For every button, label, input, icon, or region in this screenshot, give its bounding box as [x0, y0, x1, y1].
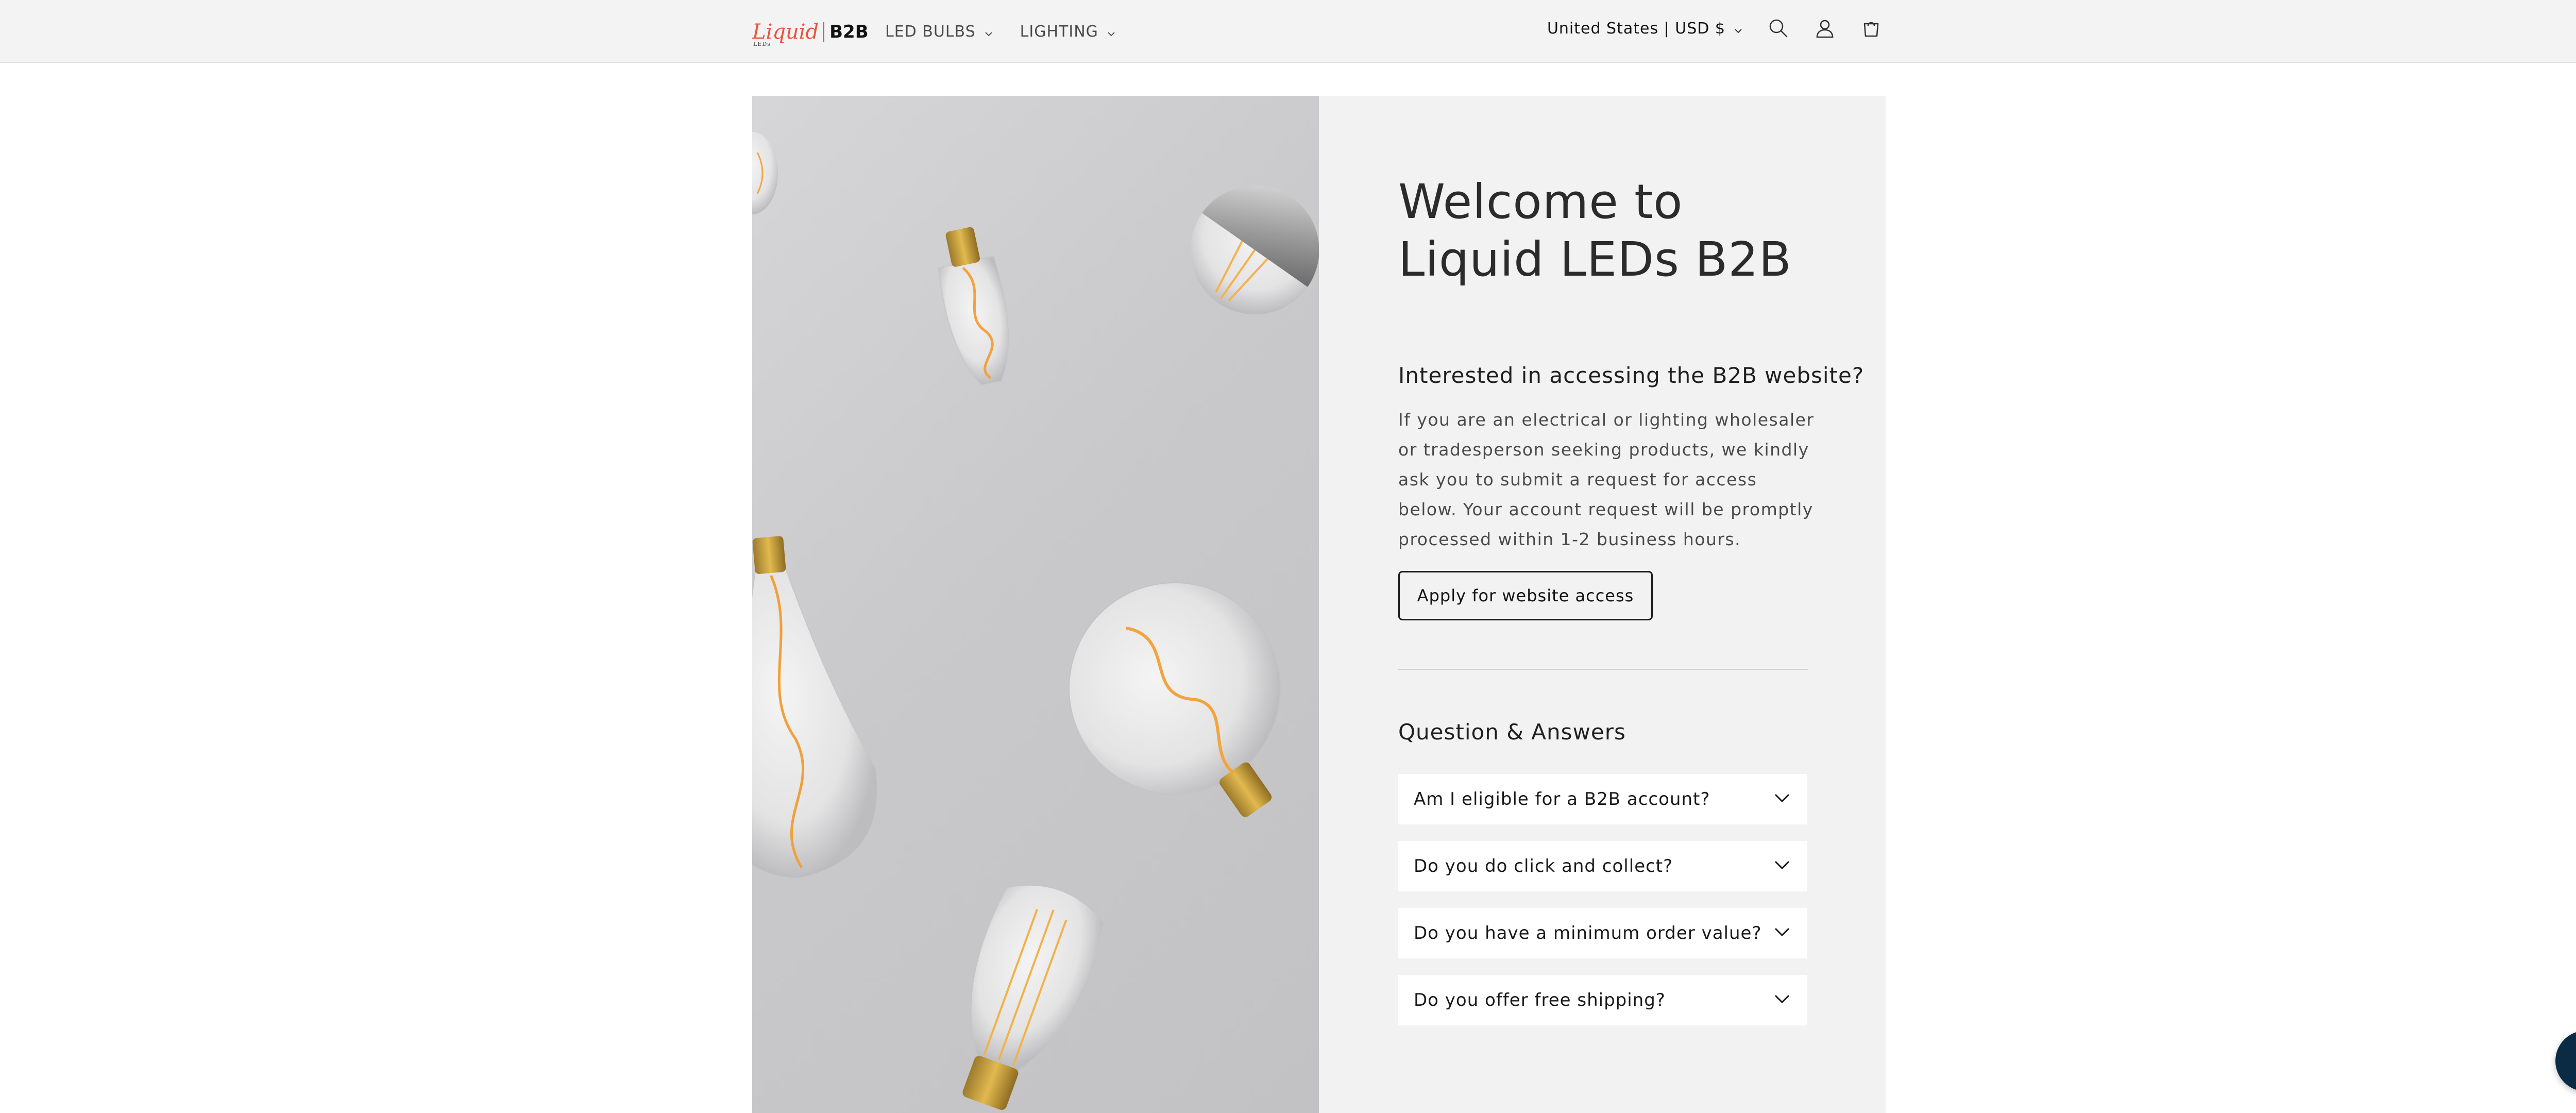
- chevron-down-icon: [1772, 855, 1792, 877]
- logo-sub: LEDs: [753, 41, 771, 47]
- header-tools: United States | USD $: [1547, 16, 1883, 40]
- faq-list: Am I eligible for a B2B account? Do you …: [1398, 774, 1807, 1042]
- nav-label: LED BULBS: [885, 22, 976, 41]
- apply-access-button[interactable]: Apply for website access: [1398, 571, 1653, 620]
- account-icon[interactable]: [1813, 16, 1837, 40]
- section-divider: [1398, 669, 1808, 670]
- logo-b2b: B2B: [829, 22, 869, 42]
- bulb-teardrop-large: [752, 536, 878, 879]
- nav-item-lighting[interactable]: LIGHTING: [1020, 20, 1117, 43]
- main-nav: LED BULBS LIGHTING: [885, 20, 1117, 43]
- help-chat-button[interactable]: ?: [2555, 1031, 2576, 1091]
- chevron-down-icon: [1772, 989, 1792, 1011]
- nav-label: LIGHTING: [1020, 22, 1098, 41]
- faq-question: Do you have a minimum order value?: [1414, 923, 1762, 943]
- faq-item-minimum-order[interactable]: Do you have a minimum order value?: [1398, 908, 1807, 958]
- chevron-down-icon: [1772, 788, 1792, 810]
- faq-item-eligibility[interactable]: Am I eligible for a B2B account?: [1398, 774, 1807, 824]
- bulb-partial-top-left: [752, 132, 778, 214]
- site-header: Liquid LEDs B2B LED BULBS LIGHTING Unite…: [0, 0, 2576, 63]
- chevron-down-icon: [1772, 922, 1792, 944]
- logo-separator: [823, 22, 825, 42]
- page-title: Welcome to Liquid LEDs B2B: [1398, 174, 1792, 287]
- locale-label: United States | USD $: [1547, 19, 1725, 38]
- faq-item-free-shipping[interactable]: Do you offer free shipping?: [1398, 975, 1807, 1025]
- faq-question: Do you offer free shipping?: [1414, 990, 1666, 1010]
- bulb-edison-bottom: [962, 884, 1105, 1110]
- light-bulbs-photo: [752, 96, 1319, 1113]
- chevron-down-icon: [1106, 26, 1117, 37]
- search-icon[interactable]: [1767, 16, 1790, 40]
- bulb-globe-large: [1069, 582, 1281, 817]
- faq-item-click-collect[interactable]: Do you do click and collect?: [1398, 841, 1807, 891]
- chevron-down-icon: [983, 26, 994, 37]
- bulb-silver-cap: [1190, 185, 1319, 315]
- bulb-edison-small: [938, 227, 1009, 386]
- chevron-down-icon: [1733, 23, 1744, 34]
- interest-heading: Interested in accessing the B2B website?: [1398, 363, 1865, 388]
- cart-icon[interactable]: [1859, 16, 1883, 40]
- nav-item-led-bulbs[interactable]: LED BULBS: [885, 20, 994, 43]
- b2b-info-panel: Welcome to Liquid LEDs B2B Interested in…: [1319, 96, 1886, 1113]
- interest-description: If you are an electrical or lighting who…: [1398, 410, 1815, 549]
- faq-question: Am I eligible for a B2B account?: [1414, 789, 1710, 810]
- light-bulbs-illustration: [752, 132, 1319, 1110]
- locale-selector[interactable]: United States | USD $: [1547, 20, 1744, 38]
- faq-question: Do you do click and collect?: [1414, 856, 1673, 876]
- logo-brand: Liquid LEDs: [752, 20, 819, 47]
- site-logo[interactable]: Liquid LEDs B2B: [752, 20, 869, 47]
- qa-heading: Question & Answers: [1398, 719, 1626, 745]
